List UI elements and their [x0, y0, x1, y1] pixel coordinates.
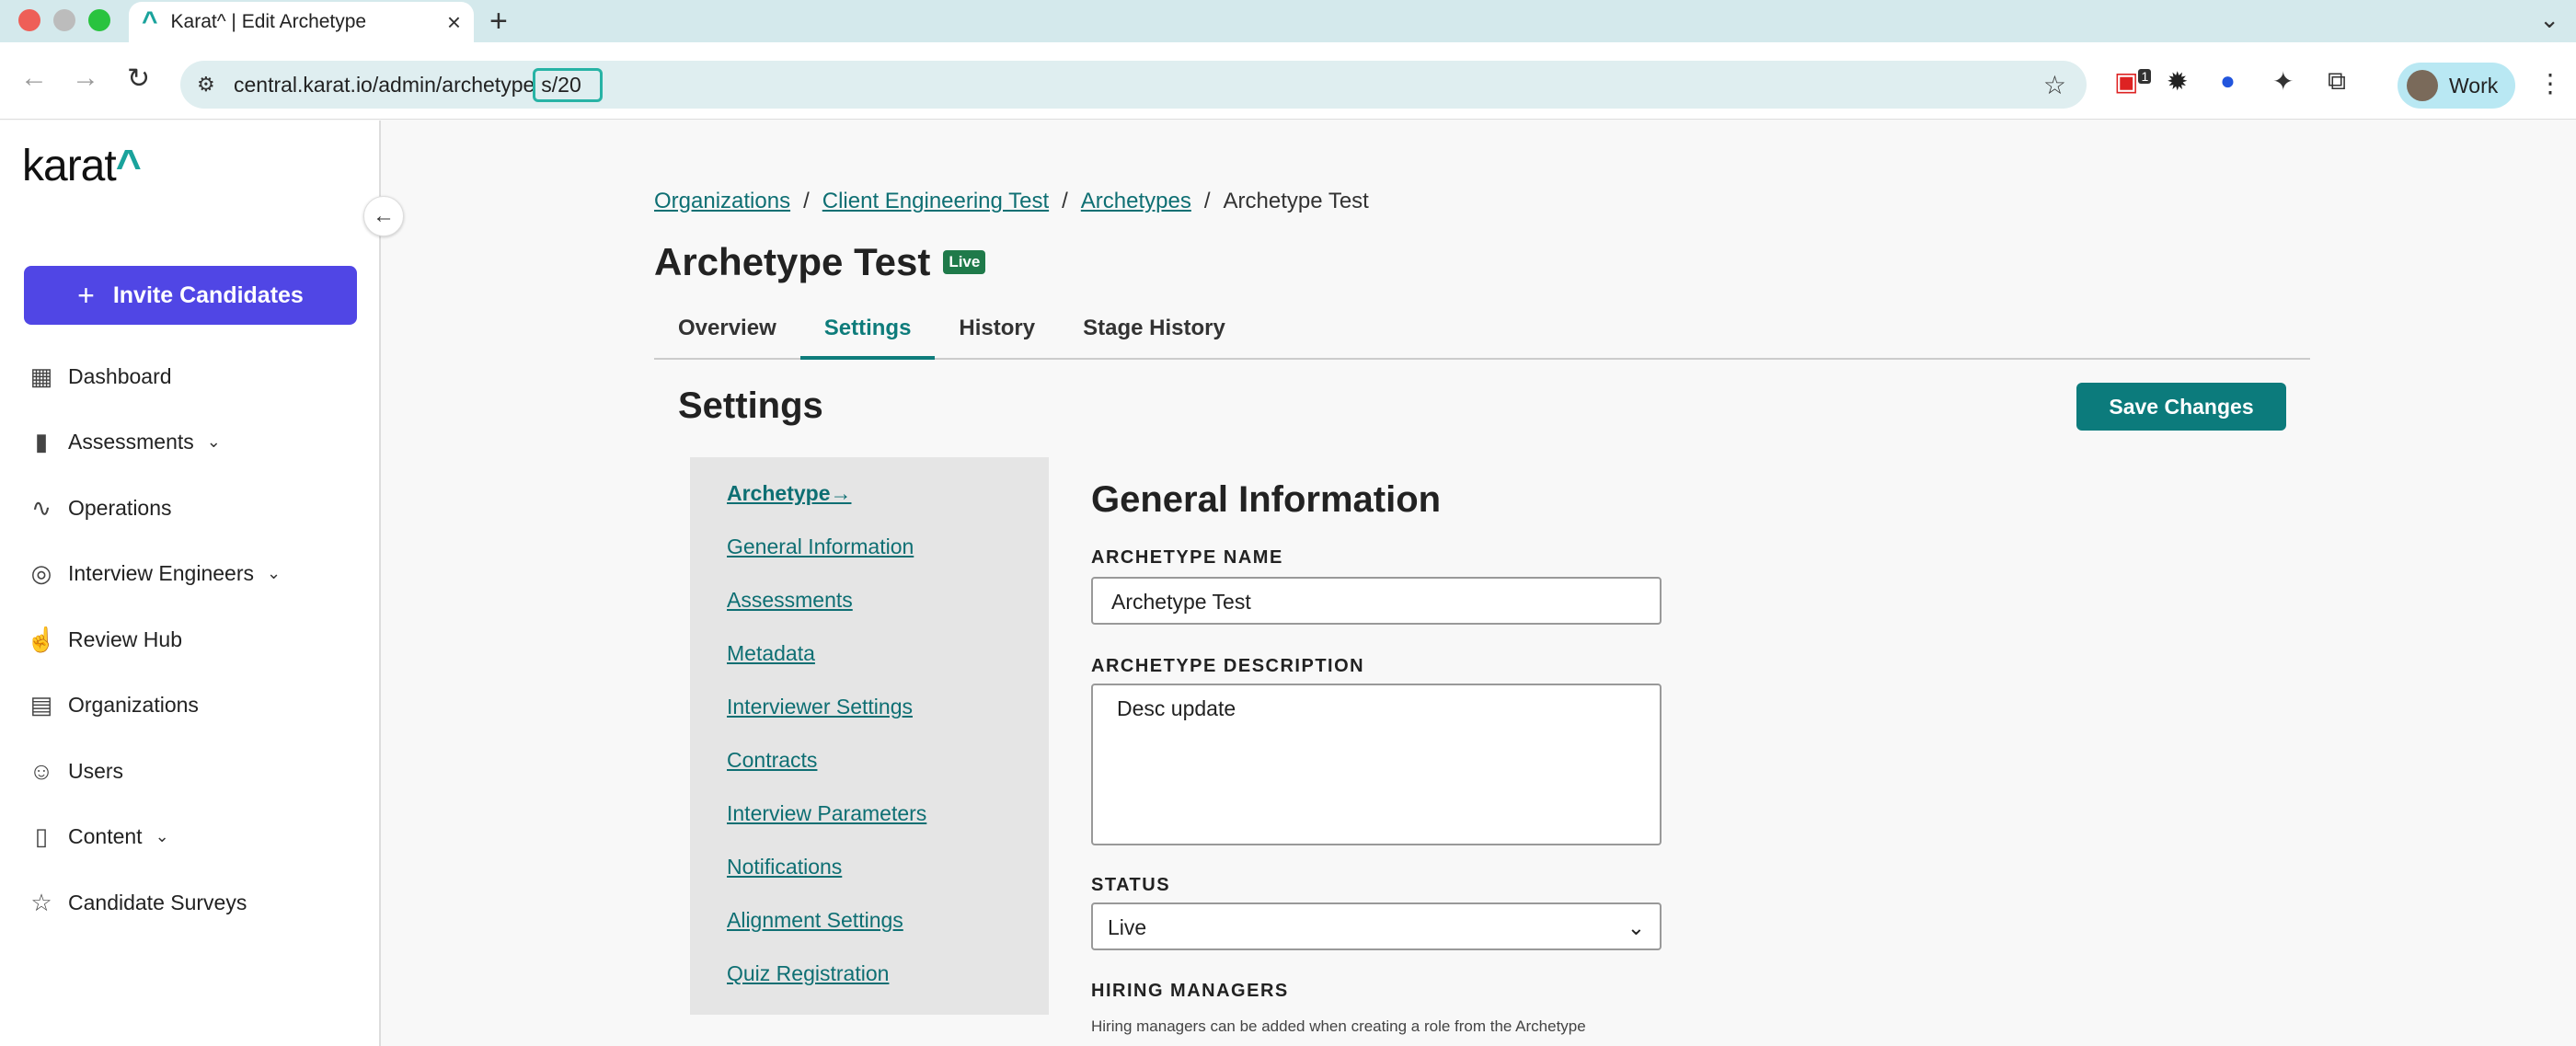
- url-highlight: s/20: [533, 67, 603, 102]
- building-icon: ▤: [29, 691, 53, 718]
- bar-chart-icon: ▮: [34, 428, 49, 455]
- star-icon: ☆: [30, 889, 52, 916]
- status-badge: Live: [943, 250, 986, 274]
- subnav-contracts[interactable]: Contracts: [727, 748, 817, 773]
- sidebar-item-interview-engineers[interactable]: ◎ Interview Engineers ⌄: [26, 559, 281, 588]
- sidebar-item-dashboard[interactable]: ▦ Dashboard: [26, 362, 172, 391]
- sidebar-item-candidate-surveys[interactable]: ☆ Candidate Surveys: [26, 889, 247, 917]
- archetype-description-label: ARCHETYPE DESCRIPTION: [1091, 656, 1365, 676]
- tab-stage-history[interactable]: Stage History: [1059, 305, 1249, 360]
- subnav-metadata[interactable]: Metadata: [727, 641, 815, 666]
- tab-history[interactable]: History: [935, 305, 1059, 360]
- invite-label: Invite Candidates: [112, 282, 304, 308]
- sidebar-item-assessments[interactable]: ▮ Assessments ⌄: [26, 428, 221, 456]
- breadcrumb-current: Archetype Test: [1223, 189, 1369, 213]
- page-tabs: Overview Settings History Stage History: [654, 305, 2310, 360]
- subnav-alignment-settings[interactable]: Alignment Settings: [727, 908, 903, 933]
- minimize-window-button[interactable]: [53, 9, 75, 31]
- extension-badge: 1: [2138, 68, 2152, 84]
- sidebar-item-organizations[interactable]: ▤ Organizations: [26, 691, 199, 719]
- collapse-sidebar-button[interactable]: ←: [363, 196, 404, 236]
- users-icon: ☺: [29, 757, 54, 785]
- status-label: STATUS: [1091, 875, 1171, 895]
- hiring-managers-help: Hiring managers can be added when creati…: [1091, 1017, 1586, 1035]
- extensions-icon[interactable]: ⧉: [2328, 66, 2346, 97]
- browser-tab[interactable]: ^ Karat^ | Edit Archetype ×: [129, 2, 474, 42]
- breadcrumb: Organizations / Client Engineering Test …: [654, 189, 1369, 214]
- subnav-interviewer-settings[interactable]: Interviewer Settings: [727, 695, 913, 719]
- breadcrumb-client[interactable]: Client Engineering Test: [822, 189, 1049, 214]
- archetype-name-input[interactable]: Archetype Test: [1091, 577, 1662, 625]
- table-icon: ▦: [29, 362, 53, 390]
- subnav-notifications[interactable]: Notifications: [727, 855, 842, 879]
- close-window-button[interactable]: [18, 9, 40, 31]
- chevron-down-icon: ⌄: [155, 827, 169, 845]
- subnav-interview-parameters[interactable]: Interview Parameters: [727, 801, 926, 826]
- invite-candidates-button[interactable]: + Invite Candidates: [24, 266, 357, 325]
- back-arrow-icon[interactable]: ←: [20, 63, 48, 94]
- extension-red-icon[interactable]: ▣ 1: [2114, 66, 2152, 97]
- zoom-extension-icon[interactable]: ●: [2220, 66, 2236, 96]
- subnav-assessments[interactable]: Assessments: [727, 588, 853, 613]
- breadcrumb-archetypes[interactable]: Archetypes: [1081, 189, 1191, 214]
- sidebar-item-operations[interactable]: ∿ Operations: [26, 494, 171, 523]
- profile-label: Work: [2449, 73, 2499, 98]
- karat-favicon-icon: ^: [142, 6, 158, 37]
- tab-overview[interactable]: Overview: [654, 305, 800, 360]
- subnav-quiz-registration[interactable]: Quiz Registration: [727, 961, 889, 986]
- status-value: Live: [1108, 915, 1147, 939]
- tab-title: Karat^ | Edit Archetype: [170, 11, 367, 32]
- tab-settings[interactable]: Settings: [799, 305, 936, 360]
- sidebar-item-review-hub[interactable]: ☝ Review Hub: [26, 626, 182, 654]
- settings-heading: Settings: [678, 385, 823, 426]
- reload-icon[interactable]: ↻: [127, 63, 150, 95]
- tab-search-chevron-icon[interactable]: ⌄: [2539, 6, 2559, 34]
- avatar: [2407, 70, 2438, 101]
- sidebar: karat^ + Invite Candidates ▦ Dashboard ▮ A…: [0, 121, 381, 1046]
- close-tab-icon[interactable]: ×: [447, 8, 461, 37]
- new-tab-button[interactable]: +: [489, 4, 508, 40]
- settings-subnav: Archetype→ General Information Assessmen…: [690, 457, 1049, 1015]
- form-heading: General Information: [1091, 479, 1442, 520]
- maximize-window-button[interactable]: [88, 9, 110, 31]
- sidebar-item-users[interactable]: ☺ Users: [26, 757, 123, 786]
- kebab-menu-icon[interactable]: ⋮: [2537, 68, 2563, 98]
- save-changes-button[interactable]: Save Changes: [2076, 383, 2286, 431]
- arrow-left-icon: ←: [373, 203, 395, 228]
- activity-icon: ∿: [31, 494, 52, 522]
- archetype-description-textarea[interactable]: Desc update: [1091, 684, 1662, 845]
- turtle-extension-icon[interactable]: ✦: [2272, 66, 2294, 97]
- sidebar-item-content[interactable]: ▯ Content ⌄: [26, 822, 169, 851]
- site-settings-icon[interactable]: ⚙: [197, 73, 215, 97]
- thumbs-up-icon: ☝: [26, 626, 57, 653]
- status-select[interactable]: Live ⌄: [1091, 902, 1662, 950]
- chevron-down-icon: ⌄: [267, 564, 282, 582]
- hiring-managers-label: HIRING MANAGERS: [1091, 981, 1289, 1001]
- url-text: central.karat.io/admin/archetype: [234, 72, 535, 97]
- address-bar[interactable]: ⚙ central.karat.io/admin/archetype s/20 ☆: [180, 61, 2087, 109]
- subnav-archetype[interactable]: Archetype→: [727, 481, 851, 506]
- gear-extension-icon[interactable]: ✹: [2167, 66, 2188, 97]
- subnav-general-information[interactable]: General Information: [727, 534, 914, 559]
- forward-arrow-icon[interactable]: →: [72, 63, 99, 94]
- breadcrumb-organizations[interactable]: Organizations: [654, 189, 790, 214]
- globe-icon: ◎: [30, 559, 52, 587]
- chevron-down-icon: ⌄: [1627, 915, 1645, 939]
- arrow-right-icon: →: [830, 481, 852, 505]
- document-icon: ▯: [34, 822, 49, 850]
- browser-toolbar: ← → ↻ ⚙ central.karat.io/admin/archetype…: [0, 42, 2576, 120]
- chevron-down-icon: ⌄: [206, 432, 221, 451]
- bookmark-star-icon[interactable]: ☆: [2043, 70, 2066, 100]
- main-content: Organizations / Client Engineering Test …: [383, 121, 2576, 1046]
- karat-logo[interactable]: karat^: [22, 141, 142, 191]
- profile-button[interactable]: Work: [2398, 63, 2515, 109]
- page-title: Archetype Test Live: [654, 240, 986, 284]
- plus-icon: +: [77, 278, 95, 312]
- browser-tab-strip: ^ Karat^ | Edit Archetype × + ⌄: [0, 0, 2576, 42]
- archetype-name-label: ARCHETYPE NAME: [1091, 547, 1283, 568]
